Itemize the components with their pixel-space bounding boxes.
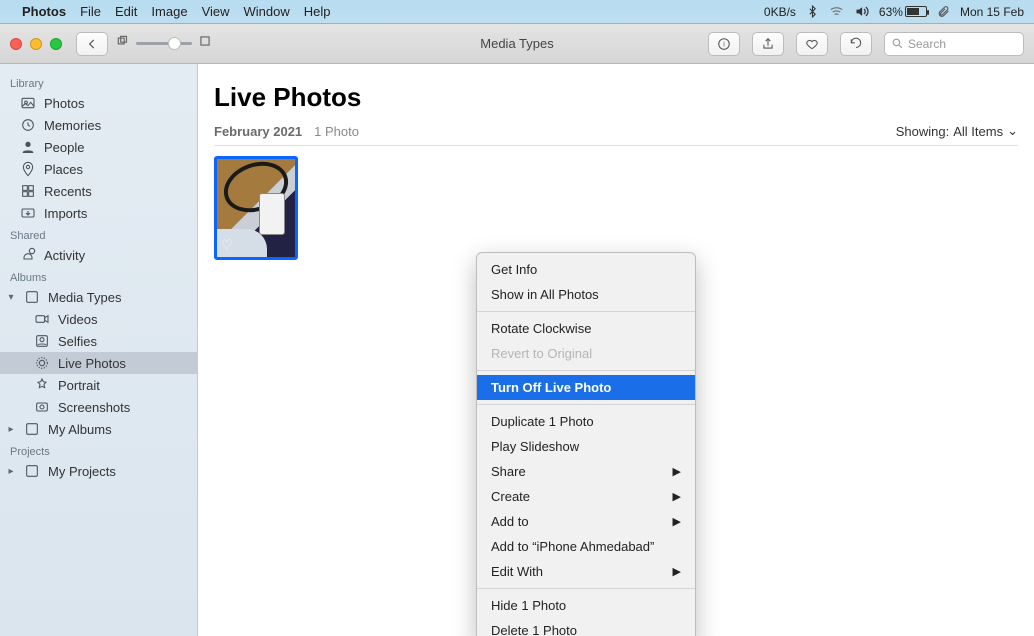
date-heading: February 2021 bbox=[214, 124, 302, 139]
window-title: Media Types bbox=[480, 36, 553, 51]
context-menu-item[interactable]: Rotate Clockwise bbox=[477, 316, 695, 341]
sidebar-item-portrait[interactable]: Portrait bbox=[0, 374, 197, 396]
zoom-out-icon[interactable] bbox=[116, 34, 130, 53]
sidebar-item-photos[interactable]: Photos bbox=[0, 92, 197, 114]
battery-status[interactable]: 63% bbox=[879, 5, 927, 19]
context-menu-item[interactable]: Add to▶ bbox=[477, 509, 695, 534]
search-placeholder: Search bbox=[908, 37, 946, 51]
zoom-slider-group bbox=[116, 34, 212, 53]
sidebar-item-activity[interactable]: Activity bbox=[0, 244, 197, 266]
wifi-icon[interactable] bbox=[829, 4, 844, 19]
sidebar-item-recents[interactable]: Recents bbox=[0, 180, 197, 202]
favorite-button[interactable] bbox=[796, 32, 828, 56]
context-menu: Get InfoShow in All Photos Rotate Clockwi… bbox=[476, 252, 696, 636]
sidebar-item-screenshots[interactable]: Screenshots bbox=[0, 396, 197, 418]
disclosure-icon[interactable]: ▸ bbox=[6, 466, 16, 477]
clock[interactable]: Mon 15 Feb bbox=[960, 5, 1024, 19]
close-window-button[interactable] bbox=[10, 38, 22, 50]
submenu-arrow-icon: ▶ bbox=[673, 465, 681, 478]
minimize-window-button[interactable] bbox=[30, 38, 42, 50]
svg-text:i: i bbox=[723, 41, 725, 48]
sidebar-item-imports[interactable]: Imports bbox=[0, 202, 197, 224]
sidebar-item-videos[interactable]: Videos bbox=[0, 308, 197, 330]
context-menu-item[interactable]: Add to “iPhone Ahmedabad” bbox=[477, 534, 695, 559]
section-library: Library bbox=[0, 72, 197, 92]
search-icon bbox=[891, 37, 904, 50]
context-menu-item[interactable]: Hide 1 Photo bbox=[477, 593, 695, 618]
section-albums: Albums bbox=[0, 266, 197, 286]
menu-image[interactable]: Image bbox=[151, 4, 187, 19]
submenu-arrow-icon: ▶ bbox=[673, 515, 681, 528]
app-menu[interactable]: Photos bbox=[22, 4, 66, 19]
submenu-arrow-icon: ▶ bbox=[673, 565, 681, 578]
network-speed: 0KB/s bbox=[764, 5, 796, 19]
context-menu-item[interactable]: Play Slideshow bbox=[477, 434, 695, 459]
showing-filter[interactable]: Showing: All Items ⌄ bbox=[896, 123, 1018, 139]
section-shared: Shared bbox=[0, 224, 197, 244]
page-title: Live Photos bbox=[214, 82, 1018, 113]
submenu-arrow-icon: ▶ bbox=[673, 490, 681, 503]
main-area: Live Photos February 2021 1 Photo Showin… bbox=[198, 64, 1034, 636]
sidebar-item-my-albums[interactable]: ▸My Albums bbox=[0, 418, 197, 440]
context-menu-item[interactable]: Create▶ bbox=[477, 484, 695, 509]
sidebar-item-selfies[interactable]: Selfies bbox=[0, 330, 197, 352]
menu-edit[interactable]: Edit bbox=[115, 4, 137, 19]
sidebar-item-memories[interactable]: Memories bbox=[0, 114, 197, 136]
context-menu-item[interactable]: Get Info bbox=[477, 257, 695, 282]
photo-thumbnail[interactable]: ♡ bbox=[214, 156, 298, 260]
back-button[interactable] bbox=[76, 32, 108, 56]
disclosure-icon[interactable]: ▾ bbox=[6, 292, 16, 303]
section-projects: Projects bbox=[0, 440, 197, 460]
context-menu-item[interactable]: Show in All Photos bbox=[477, 282, 695, 307]
search-input[interactable]: Search bbox=[884, 32, 1024, 56]
battery-percent: 63% bbox=[879, 5, 903, 19]
zoom-slider[interactable] bbox=[136, 42, 192, 45]
menu-help[interactable]: Help bbox=[304, 4, 331, 19]
chevron-down-icon: ⌄ bbox=[1007, 123, 1018, 139]
attachment-icon[interactable] bbox=[937, 5, 950, 18]
share-button[interactable] bbox=[752, 32, 784, 56]
favorite-icon: ♡ bbox=[221, 237, 233, 253]
context-menu-item[interactable]: Turn Off Live Photo bbox=[477, 375, 695, 400]
sidebar-item-places[interactable]: Places bbox=[0, 158, 197, 180]
context-menu-item[interactable]: Share▶ bbox=[477, 459, 695, 484]
menu-window[interactable]: Window bbox=[244, 4, 290, 19]
context-menu-item: Revert to Original bbox=[477, 341, 695, 366]
menu-view[interactable]: View bbox=[202, 4, 230, 19]
sidebar-item-live-photos[interactable]: Live Photos bbox=[0, 352, 197, 374]
photo-count: 1 Photo bbox=[314, 124, 359, 139]
menu-file[interactable]: File bbox=[80, 4, 101, 19]
disclosure-icon[interactable]: ▸ bbox=[6, 424, 16, 435]
sidebar-item-people[interactable]: People bbox=[0, 136, 197, 158]
fullscreen-window-button[interactable] bbox=[50, 38, 62, 50]
window-controls bbox=[10, 38, 62, 50]
bluetooth-icon[interactable] bbox=[806, 5, 819, 18]
volume-icon[interactable] bbox=[854, 4, 869, 19]
toolbar: Media Types i Search bbox=[0, 24, 1034, 64]
sidebar-item-media-types[interactable]: ▾Media Types bbox=[0, 286, 197, 308]
context-menu-item[interactable]: Edit With▶ bbox=[477, 559, 695, 584]
context-menu-item[interactable]: Delete 1 Photo bbox=[477, 618, 695, 636]
sidebar: Library Photos Memories People Places Re… bbox=[0, 64, 198, 636]
zoom-in-icon[interactable] bbox=[198, 34, 212, 53]
rotate-button[interactable] bbox=[840, 32, 872, 56]
sidebar-item-my-projects[interactable]: ▸My Projects bbox=[0, 460, 197, 482]
info-button[interactable]: i bbox=[708, 32, 740, 56]
context-menu-item[interactable]: Duplicate 1 Photo bbox=[477, 409, 695, 434]
menubar: Photos File Edit Image View Window Help … bbox=[0, 0, 1034, 24]
